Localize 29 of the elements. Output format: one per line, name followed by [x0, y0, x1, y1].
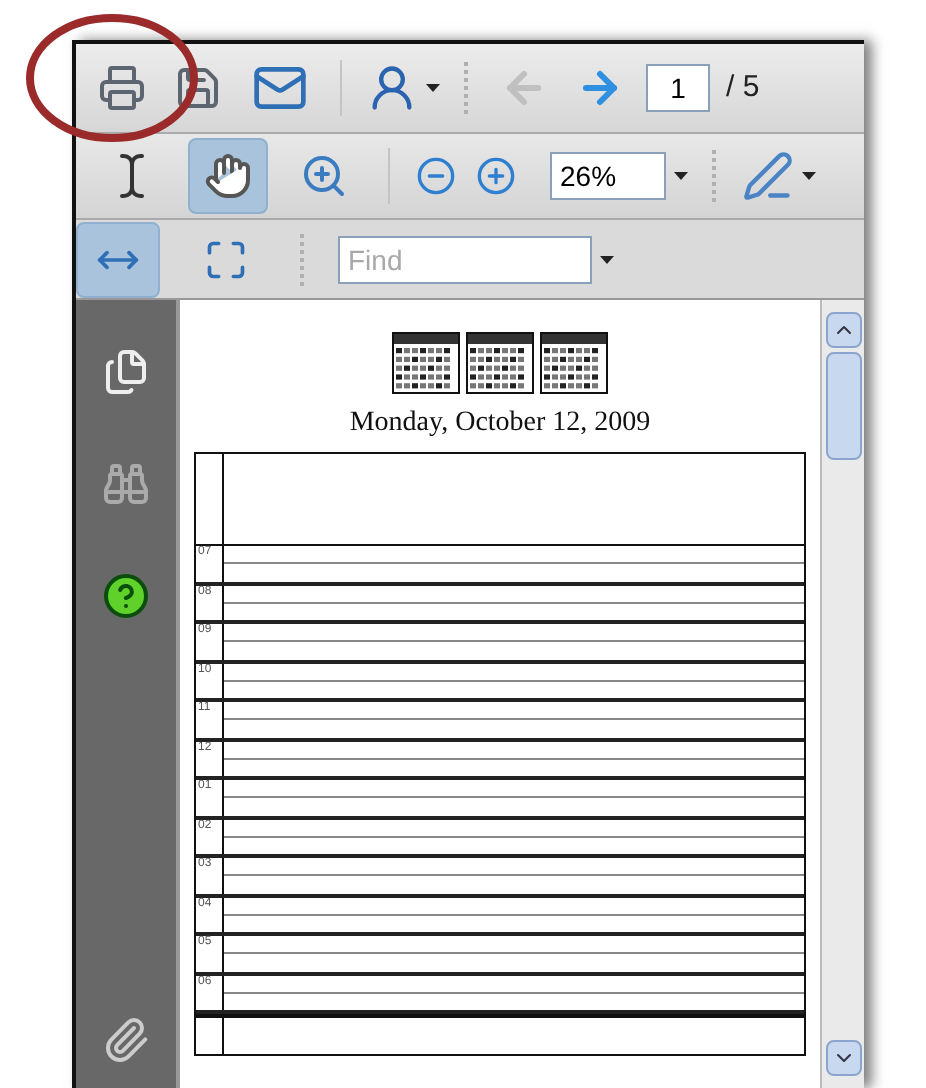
page-date: Monday, October 12, 2009 — [349, 406, 651, 442]
page-number-field[interactable]: 1 — [646, 64, 710, 112]
scroll-down-button[interactable] — [825, 1040, 861, 1076]
printer-icon — [98, 64, 146, 112]
month-calendar-drawing — [466, 332, 534, 394]
zoom-field[interactable]: 26% — [550, 152, 666, 200]
pages-icon[interactable] — [102, 348, 150, 396]
pen-icon — [742, 150, 794, 202]
caret-icon[interactable] — [600, 255, 614, 263]
caret-icon[interactable] — [674, 172, 688, 180]
month-calendar-drawing — [540, 332, 608, 394]
zoom-in-button[interactable] — [474, 154, 518, 198]
help-icon[interactable] — [102, 572, 150, 620]
find-field[interactable]: Find — [338, 235, 592, 283]
binoculars-icon[interactable] — [102, 460, 150, 508]
zoom-out-icon — [416, 156, 456, 196]
caret-icon[interactable] — [426, 84, 440, 92]
magnifier-icon — [300, 152, 348, 200]
zoom-out-button[interactable] — [414, 154, 458, 198]
page-total: / 5 — [726, 67, 760, 108]
scrollbar[interactable] — [820, 300, 864, 1088]
month-calendar-drawing — [392, 332, 460, 394]
paperclip-icon[interactable] — [102, 1016, 150, 1064]
caret-icon[interactable] — [802, 172, 816, 180]
hand-tool-button[interactable] — [188, 138, 268, 214]
zoom-in-icon — [476, 156, 516, 196]
hand-icon — [204, 152, 252, 200]
scroll-up-button[interactable] — [825, 312, 861, 348]
scroll-thumb[interactable] — [825, 352, 861, 460]
